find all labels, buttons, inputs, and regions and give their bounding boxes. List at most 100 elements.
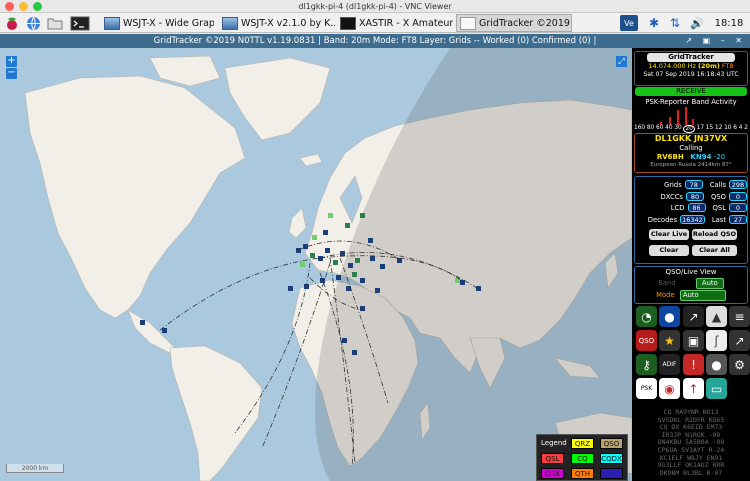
band-select-row: Band Auto [635,277,747,289]
legend-label: Legend [541,439,567,447]
callsign-feed: CQ RA9YNR NO13 SV5DKL R2DFR KO65 CQ DX K… [634,408,748,478]
task-wsjtx-main[interactable]: WSJT-X v2.1.0 by K... [218,14,336,32]
map-scale-bar: 2000 km [6,464,64,473]
qso-icon[interactable]: QSO [636,330,657,351]
qso-view-title: QSO/Live View [665,268,717,276]
map-canvas[interactable] [0,48,632,481]
legend-cq[interactable]: CQ [571,453,594,464]
band-label[interactable]: 60 [656,125,663,133]
network-icon[interactable]: ⇅ [667,15,683,31]
clock[interactable]: 18:18 [712,15,746,31]
moon-icon[interactable]: ● [706,354,727,375]
adif-icon[interactable]: ADIF [659,354,680,375]
psk-title: PSK-Reporter Band Activity [645,98,737,106]
volume-icon[interactable]: 🔊 [689,15,705,31]
dxccs-value[interactable]: 80 [685,191,704,201]
task-label: WSJT-X - Wide Graph [123,17,215,29]
night-shade [315,48,632,481]
legend-qso[interactable]: QSO [600,438,623,449]
dx-station-line: RV6BH KN94 -20 [635,152,747,162]
chart-icon[interactable]: ↗ [729,330,750,351]
lcd-value[interactable]: 86 [687,203,706,212]
mode-select-label: Mode [656,291,675,299]
reload-qso-button[interactable]: Reload QSO [692,229,737,240]
antenna-icon[interactable]: ↑ [683,378,704,399]
qso-live-view-box: QSO/Live View Band Auto Mode Auto [634,266,748,304]
fullscreen-button[interactable]: ⤢ [616,56,627,67]
legend-qsx[interactable]: QSX [541,468,564,479]
vnc-title-text: dl1gkk-pi-4 (dl1gkk-pi-4) - VNC Viewer [298,2,452,11]
key-icon[interactable]: ⚷ [636,354,657,375]
legend-other[interactable] [600,468,623,479]
bluetooth-icon[interactable]: ✱ [646,15,662,31]
qso-value[interactable]: 0 [729,191,747,201]
stats-icon[interactable]: ▣ [683,330,704,351]
band-label[interactable]: 30 [674,125,681,133]
alert-icon[interactable]: ! [683,354,704,375]
band-select[interactable]: Auto [695,278,724,289]
call-pair[interactable]: DL1GKK JN37VX [635,134,747,144]
decodes-value[interactable]: 16342 [680,214,705,224]
last-value[interactable]: 27 [729,214,747,224]
band-label[interactable]: 10 [724,125,731,133]
vnc-server-icon[interactable]: Ve [620,15,638,31]
maximize-window-icon[interactable] [33,2,42,11]
gridtracker-window-controls[interactable]: ↗ ▣ – ✕ [685,34,746,48]
taskbar: WSJT-X - Wide Graph WSJT-X v2.1.0 by K..… [0,13,750,33]
band-label[interactable]: 6 [733,125,737,133]
legend-cqdx[interactable]: CQDX [600,453,623,464]
feed-line[interactable]: DK9BM RL3BL R-07 [634,469,748,478]
globe-icon[interactable]: ● [659,306,680,327]
task-gridtracker[interactable]: GridTracker ©2019 N... [456,14,572,32]
band-label[interactable]: 4 [739,125,743,133]
band-label[interactable]: 20 [683,125,695,133]
dx-call[interactable]: RV6BH [657,153,684,161]
grids-value[interactable]: 78 [684,180,703,189]
settings-icon[interactable]: ⚙ [729,354,750,375]
path-tool-icon[interactable]: ↗ [683,306,704,327]
band-label[interactable]: 80 [647,125,654,133]
band-label[interactable]: 12 [715,125,722,133]
psk-icon[interactable]: PSK [636,378,657,399]
mountain-icon[interactable]: ▲ [706,306,727,327]
legend-qth[interactable]: QTH [571,468,594,479]
calls-label: Calls [709,181,726,189]
chat-icon[interactable]: ▭ [706,378,727,399]
clear-live-button[interactable]: Clear Live [649,229,689,240]
receive-status: RECEIVE [635,87,747,96]
app-name-button[interactable]: GridTracker [647,53,735,62]
broadcast-icon[interactable]: ◉ [659,378,680,399]
zoom-in-button[interactable]: + [6,56,17,67]
task-xastir[interactable]: XASTIR - X Amateur ... [336,14,454,32]
band-label[interactable]: 40 [665,125,672,133]
ear-icon[interactable]: ʃ [706,330,727,351]
band-label[interactable]: 15 [706,125,713,133]
terminal-icon[interactable] [69,15,91,31]
wifi-icon[interactable]: ◔ [636,306,657,327]
raspberry-menu-icon[interactable] [4,15,20,31]
legend-qsl[interactable]: QSL [541,453,564,464]
zoom-out-button[interactable]: − [6,68,17,79]
mode-select[interactable]: Auto [679,290,726,301]
zoom-controls: + − [6,56,17,80]
world-map[interactable]: + − ⤢ 2000 km Legend QRZ QSO QSL CQ CQDX… [0,48,632,481]
layer-icon[interactable]: ≡ [729,306,750,327]
trophy-icon[interactable]: ★ [659,330,680,351]
calls-value[interactable]: 298 [729,180,747,189]
dx-grid[interactable]: KN94 [690,153,711,161]
browser-icon[interactable] [25,15,41,31]
qsl-value[interactable]: 0 [729,203,747,212]
legend-qrz[interactable]: QRZ [571,438,594,449]
gridtracker-app-icon [460,16,476,30]
band-label[interactable]: 2 [744,125,748,133]
clear-all-button[interactable]: Clear All [692,245,737,256]
task-wsjtx-wide-graph[interactable]: WSJT-X - Wide Graph [100,14,215,32]
band-label[interactable]: 17 [697,125,704,133]
minimize-window-icon[interactable] [19,2,28,11]
file-manager-icon[interactable] [47,15,63,31]
band-label[interactable]: 160 [634,125,645,133]
clear-paths-button[interactable]: Clear Paths [649,245,689,265]
close-window-icon[interactable] [5,2,14,11]
task-label: WSJT-X v2.1.0 by K... [241,17,336,29]
call-box: DL1GKK JN37VX Calling RV6BH KN94 -20 Eur… [634,133,748,173]
